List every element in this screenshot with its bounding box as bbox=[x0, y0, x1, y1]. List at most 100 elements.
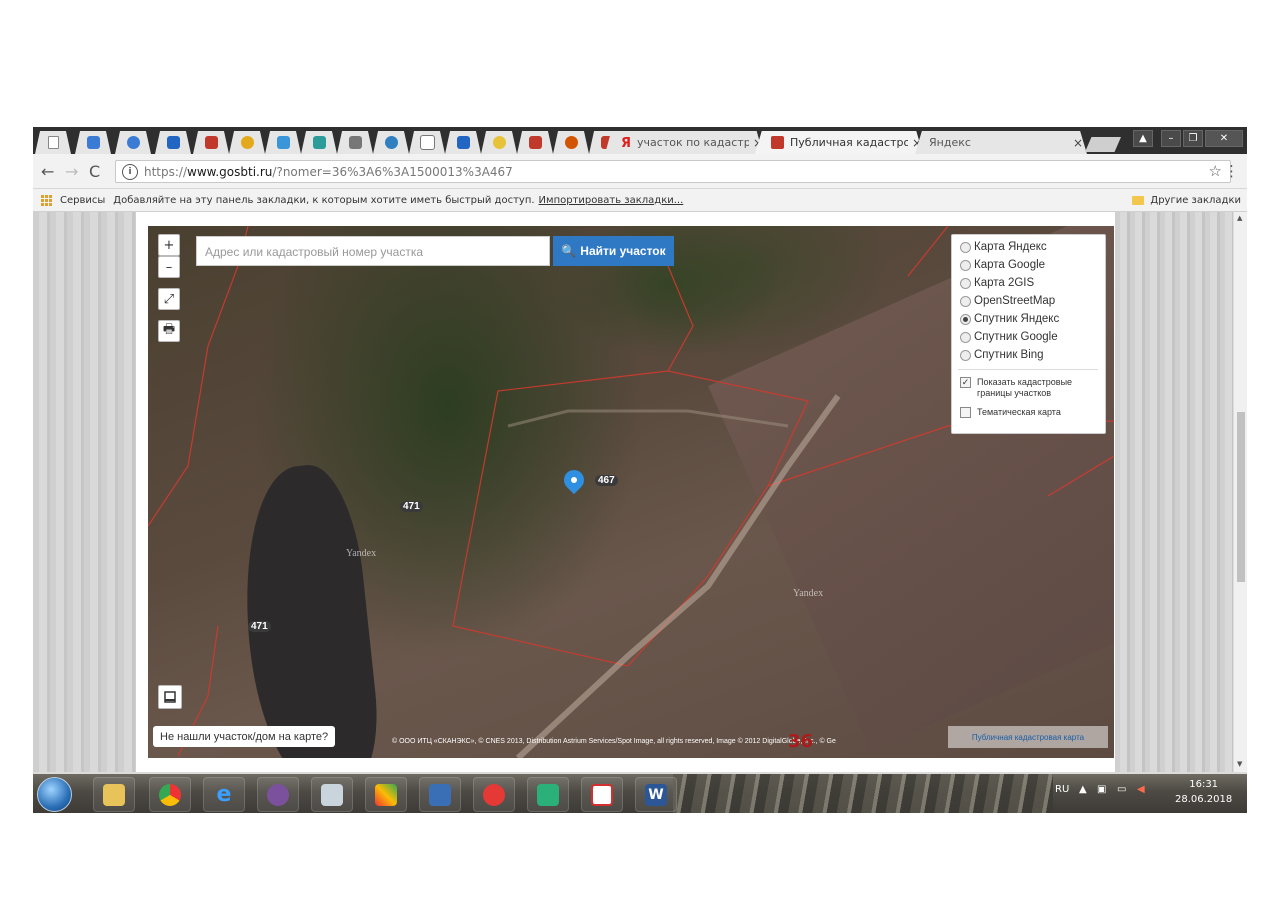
radio-icon bbox=[960, 259, 971, 271]
restore-icon[interactable]: ❐ bbox=[1183, 130, 1203, 147]
tab-pinned-5[interactable] bbox=[193, 131, 229, 154]
tab-pinned-1[interactable] bbox=[35, 131, 71, 154]
tab-pinned-12[interactable] bbox=[445, 131, 481, 154]
parcel-search-input[interactable]: Адрес или кадастровый номер участка bbox=[196, 236, 550, 266]
import-bookmarks-link[interactable]: Импортировать закладки... bbox=[539, 195, 684, 206]
antivirus-icon[interactable] bbox=[473, 777, 515, 812]
tab-pinned-2[interactable] bbox=[75, 131, 111, 154]
fullscreen-icon[interactable]: ⤢ bbox=[158, 288, 180, 310]
plot-label[interactable]: 467 bbox=[595, 475, 618, 486]
tab-title: Яндекс bbox=[929, 136, 971, 149]
radio-icon bbox=[960, 277, 971, 289]
zoom-out-button[interactable]: – bbox=[158, 256, 180, 278]
viber-icon[interactable] bbox=[257, 777, 299, 812]
forward-icon[interactable]: → bbox=[65, 162, 78, 181]
layer-option[interactable]: Спутник Google bbox=[960, 331, 1058, 343]
scrollbar[interactable]: ▲ ▼ bbox=[1233, 212, 1247, 772]
tab-pinned-15[interactable] bbox=[553, 131, 589, 154]
word-icon[interactable]: W bbox=[635, 777, 677, 812]
tab-pinned-8[interactable] bbox=[301, 131, 337, 154]
plot-boundary bbox=[1047, 455, 1114, 497]
scroll-up-icon[interactable]: ▲ bbox=[1237, 214, 1242, 222]
tray-app-icon[interactable]: ▣ bbox=[1097, 784, 1106, 795]
tab-yandex-search[interactable]: Я участок по кадастров × bbox=[605, 131, 763, 154]
tab-pinned-11[interactable] bbox=[409, 131, 445, 154]
phone-icon[interactable] bbox=[527, 777, 569, 812]
tab-cadastral[interactable]: Публичная кадастров × bbox=[755, 131, 923, 154]
tab-pinned-7[interactable] bbox=[265, 131, 301, 154]
pdf-icon[interactable] bbox=[581, 777, 623, 812]
scrollbar-thumb[interactable] bbox=[1237, 412, 1245, 582]
volume-muted-icon[interactable]: ◀ bbox=[1137, 784, 1145, 795]
back-icon[interactable]: ← bbox=[41, 162, 54, 181]
ie-icon[interactable]: e bbox=[203, 777, 245, 812]
scroll-down-icon[interactable]: ▼ bbox=[1237, 760, 1242, 768]
clock-date: 28.06.2018 bbox=[1175, 794, 1233, 805]
minimize-icon[interactable]: – bbox=[1161, 130, 1181, 147]
not-found-button[interactable]: Не нашли участок/дом на карте? bbox=[153, 726, 336, 747]
network-icon[interactable] bbox=[419, 777, 461, 812]
layer-option[interactable]: Карта Яндекс bbox=[960, 241, 1047, 253]
explorer-icon[interactable] bbox=[93, 777, 135, 812]
apps-label[interactable]: Сервисы bbox=[60, 195, 105, 206]
address-bar[interactable]: i https://www.gosbti.ru/?nomer=36%3A6%3A… bbox=[115, 160, 1231, 183]
page-icon bbox=[47, 136, 59, 149]
tab-strip: Я участок по кадастров × Публичная кадас… bbox=[33, 127, 1247, 154]
other-bookmarks-label: Другие закладки bbox=[1150, 194, 1241, 206]
tray-expand-icon[interactable]: ▲ bbox=[1079, 784, 1087, 795]
plot-label[interactable]: 471 bbox=[248, 621, 271, 632]
plot-label[interactable]: 471 bbox=[400, 501, 423, 512]
close-icon[interactable]: × bbox=[1073, 136, 1083, 150]
layer-option[interactable]: Карта 2GIS bbox=[960, 277, 1034, 289]
radio-icon bbox=[960, 295, 971, 307]
tab-yandex[interactable]: Яндекс × bbox=[915, 131, 1087, 154]
bird-icon bbox=[166, 136, 180, 149]
bookmarks-hint: Добавляйте на эту панель закладки, к кот… bbox=[113, 194, 535, 206]
bookmark-star-icon[interactable]: ☆ bbox=[1209, 162, 1222, 180]
find-parcel-button[interactable]: 🔍 Найти участок bbox=[553, 236, 674, 266]
checkbox-checked-icon: ✓ bbox=[960, 377, 971, 388]
user-icon[interactable]: ▲ bbox=[1133, 130, 1153, 147]
plot-boundary bbox=[907, 226, 949, 277]
tax-icon bbox=[419, 135, 435, 150]
new-tab-button[interactable] bbox=[1085, 137, 1121, 152]
public-cadastral-map-link[interactable]: Публичная кадастровая карта bbox=[948, 726, 1108, 748]
network-tray-icon[interactable]: ▭ bbox=[1117, 784, 1126, 795]
apps-icon[interactable] bbox=[41, 194, 52, 206]
tab-pinned-10[interactable] bbox=[373, 131, 409, 154]
start-button[interactable] bbox=[37, 777, 72, 812]
tab-pinned-9[interactable] bbox=[337, 131, 373, 154]
radio-selected-icon bbox=[960, 313, 971, 325]
info-icon[interactable]: i bbox=[122, 163, 138, 180]
print-icon[interactable]: 🖶 bbox=[158, 320, 180, 342]
download-icon bbox=[86, 136, 100, 149]
layer-option[interactable]: Спутник Bing bbox=[960, 349, 1044, 361]
tab-pinned-13[interactable] bbox=[481, 131, 517, 154]
language-indicator[interactable]: RU bbox=[1055, 784, 1069, 795]
layer-option[interactable]: OpenStreetMap bbox=[960, 295, 1055, 307]
tab-pinned-4[interactable] bbox=[155, 131, 191, 154]
reload-icon[interactable]: C bbox=[89, 162, 100, 181]
emblem-icon bbox=[456, 136, 470, 149]
page-background-left bbox=[33, 212, 136, 772]
zoom-in-button[interactable]: + bbox=[158, 234, 180, 256]
ruler-icon[interactable] bbox=[158, 685, 182, 709]
close-window-icon[interactable]: ✕ bbox=[1205, 130, 1243, 147]
paint-icon[interactable] bbox=[365, 777, 407, 812]
menu-icon[interactable]: ⋮ bbox=[1224, 162, 1239, 180]
chrome-icon[interactable] bbox=[149, 777, 191, 812]
thematic-map-option[interactable]: Тематическая карта bbox=[960, 407, 1061, 418]
tab-pinned-3[interactable] bbox=[115, 131, 151, 154]
yandex-watermark: Yandex bbox=[793, 588, 824, 599]
find-parcel-label: Найти участок bbox=[580, 244, 666, 258]
show-boundaries-option[interactable]: ✓ Показать кадастровые границы участков bbox=[960, 377, 1095, 399]
clock[interactable]: 16:31 28.06.2018 bbox=[1175, 777, 1232, 807]
tab-pinned-14[interactable] bbox=[517, 131, 553, 154]
tab-pinned-6[interactable] bbox=[229, 131, 265, 154]
other-bookmarks[interactable]: Другие закладки bbox=[1132, 195, 1241, 206]
layer-option[interactable]: Спутник Яндекс bbox=[960, 313, 1059, 325]
layer-option[interactable]: Карта Google bbox=[960, 259, 1045, 271]
satellite-map[interactable]: + – ⤢ 🖶 Адрес или кадастровый номер учас… bbox=[148, 226, 1114, 758]
layer-switcher: Карта Яндекс Карта Google Карта 2GIS Ope… bbox=[951, 234, 1106, 434]
scanner-icon[interactable] bbox=[311, 777, 353, 812]
